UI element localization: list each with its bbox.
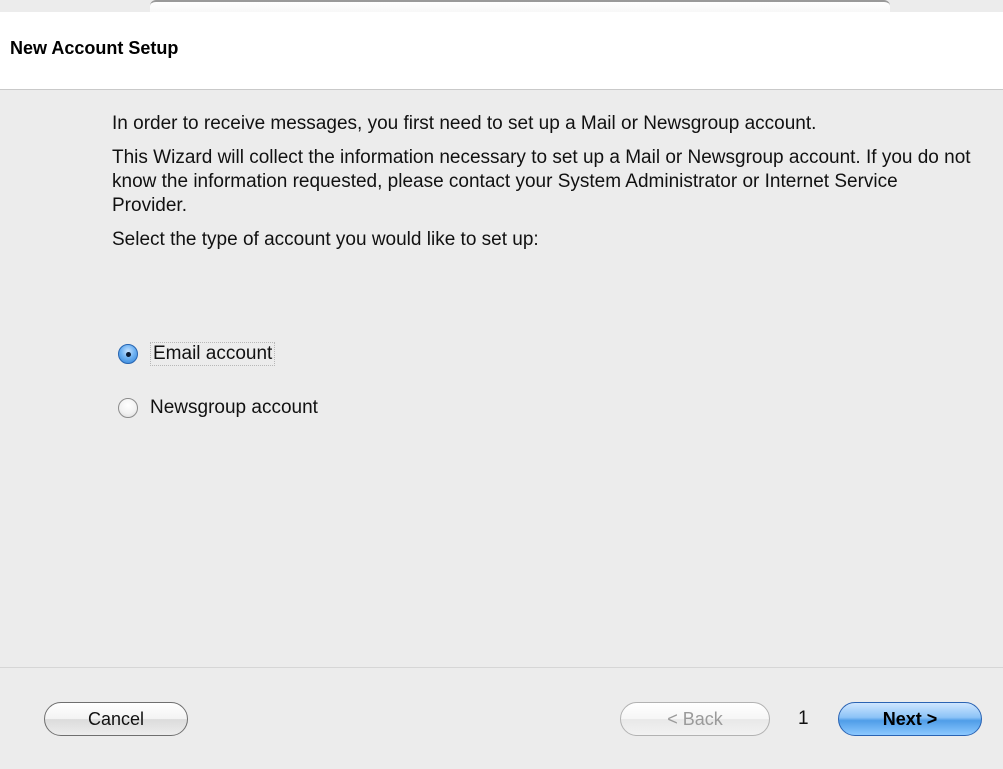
cancel-button[interactable]: Cancel [44, 702, 188, 736]
newsgroup-account-label[interactable]: Newsgroup account [150, 397, 318, 419]
email-account-radio[interactable] [118, 344, 138, 364]
page-number: 1 [798, 708, 809, 729]
newsgroup-account-radio[interactable] [118, 398, 138, 418]
new-account-setup-window: New Account Setup In order to receive me… [0, 0, 1003, 769]
account-type-prompt: Select the type of account you would lik… [112, 229, 539, 250]
email-account-label[interactable]: Email account [150, 342, 276, 366]
email-account-option[interactable]: Email account [118, 342, 276, 366]
back-button[interactable]: < Back [620, 702, 770, 736]
wizard-header: New Account Setup [0, 12, 1003, 90]
newsgroup-account-option[interactable]: Newsgroup account [118, 397, 318, 419]
page-title: New Account Setup [10, 38, 179, 58]
wizard-content: In order to receive messages, you first … [112, 112, 972, 262]
intro-paragraph-2: This Wizard will collect the information… [112, 147, 971, 216]
next-button[interactable]: Next > [838, 702, 982, 736]
footer-divider [0, 667, 1003, 668]
intro-paragraph-1: In order to receive messages, you first … [112, 113, 817, 134]
